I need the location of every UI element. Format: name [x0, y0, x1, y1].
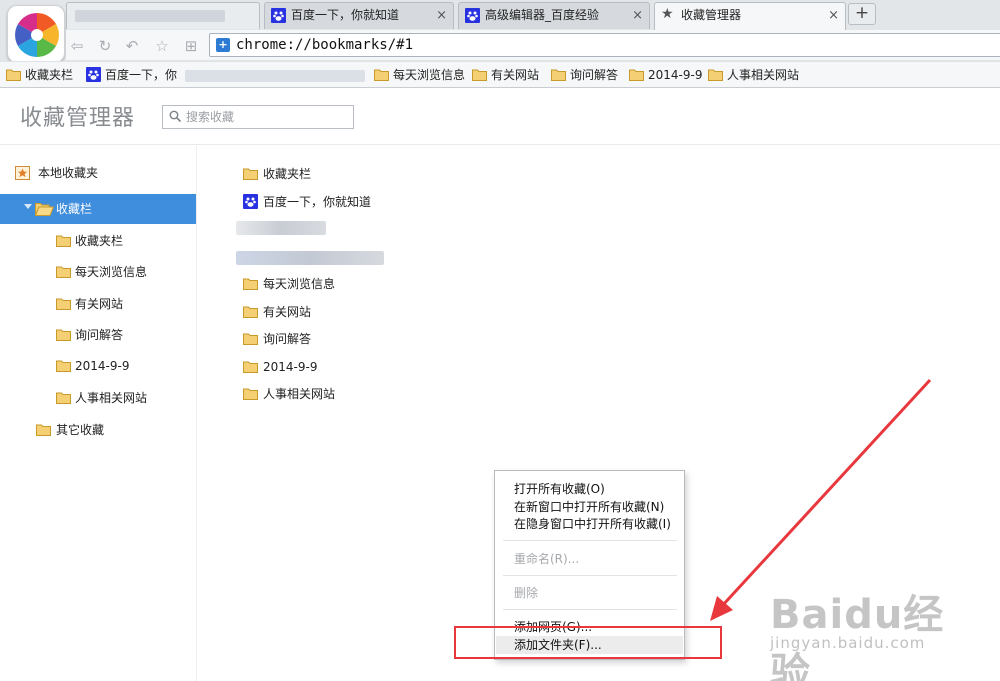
annotation-highlight-box — [454, 626, 722, 659]
watermark-url: jingyan.baidu.com — [770, 634, 926, 652]
baidu-jingyan-watermark: Baidu经验 jingyan.baidu.com — [760, 574, 980, 681]
watermark-logo: Baidu经验 — [770, 592, 945, 681]
